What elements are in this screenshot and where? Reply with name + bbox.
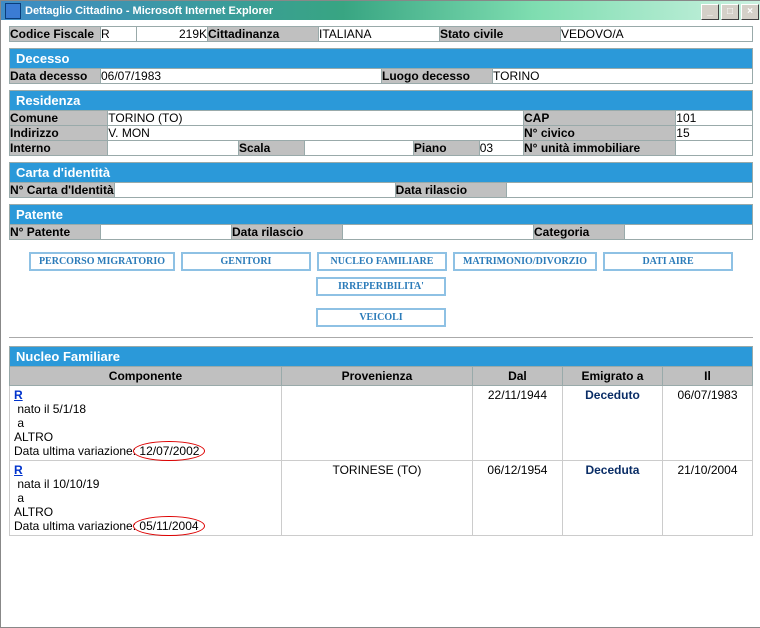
componente-link[interactable]: R — [14, 388, 23, 402]
titlebar: Dettaglio Cittadino - Microsoft Internet… — [1, 1, 760, 20]
stato-civile-label: Stato civile — [440, 27, 561, 42]
patente-rilascio-val — [343, 225, 534, 240]
window-title: Dettaglio Cittadino - Microsoft Internet… — [25, 5, 273, 17]
luogo-nascita: ALTRO — [14, 430, 53, 444]
carta-num-val — [114, 183, 395, 198]
variazione-label: Data ultima variazione: — [14, 444, 139, 458]
luogo-decesso-label: Luogo decesso — [382, 69, 493, 84]
categoria-label: Categoria — [534, 225, 625, 240]
close-button[interactable]: × — [741, 4, 759, 20]
data-decesso-val: 06/07/1983 — [101, 69, 382, 84]
variazione-date-circled: 12/07/2002 — [139, 444, 199, 458]
a-label: a — [17, 416, 24, 430]
data-decesso-label: Data decesso — [10, 69, 101, 84]
a-label: a — [17, 491, 24, 505]
carta-num-label: N° Carta d'Identità — [10, 183, 115, 198]
cap-label: CAP — [524, 111, 676, 126]
scala-label: Scala — [238, 141, 304, 156]
componente-cell: R nata il 10/10/19 a ALTRO Data ultima v… — [10, 461, 282, 536]
dal-val: 22/11/1944 — [472, 386, 562, 461]
col-emigrato: Emigrato a — [562, 367, 662, 386]
codice-fiscale-val1: R — [101, 27, 137, 42]
carta-rilascio-label: Data rilascio — [395, 183, 506, 198]
cap-val: 101 — [676, 111, 753, 126]
nato-date: 5/1/18 — [53, 402, 86, 416]
identity-row: Codice Fiscale R 219K Cittadinanza ITALI… — [9, 26, 753, 42]
divider — [9, 337, 753, 338]
patente-header: Patente — [9, 204, 753, 224]
variazione-label: Data ultima variazione: — [14, 519, 139, 533]
piano-val: 03 — [479, 141, 523, 156]
action-buttons: PERCORSO MIGRATORIO GENITORI NUCLEO FAMI… — [9, 246, 753, 333]
residenza-table: Comune TORINO (TO) CAP 101 Indirizzo V. … — [9, 110, 753, 156]
patente-table: N° Patente Data rilascio Categoria — [9, 224, 753, 240]
emigrato-val: Deceduto — [562, 386, 662, 461]
componente-link[interactable]: R — [14, 463, 23, 477]
scala-val — [304, 141, 413, 156]
codice-fiscale-label: Codice Fiscale — [10, 27, 101, 42]
provenienza-val: TORINESE (TO) — [281, 461, 472, 536]
col-provenienza: Provenienza — [281, 367, 472, 386]
stato-civile-val: VEDOVO/A — [561, 27, 753, 42]
dal-val: 06/12/1954 — [472, 461, 562, 536]
civico-val: 15 — [676, 126, 753, 141]
unita-label: N° unità immobiliare — [524, 141, 676, 156]
interno-val — [108, 141, 239, 156]
genitori-button[interactable]: GENITORI — [181, 252, 311, 271]
patente-rilascio-label: Data rilascio — [232, 225, 343, 240]
nato-prefix: nato il — [17, 402, 52, 416]
patente-num-label: N° Patente — [10, 225, 101, 240]
matrimonio-divorzio-button[interactable]: MATRIMONIO/DIVORZIO — [453, 252, 597, 271]
col-componente: Componente — [10, 367, 282, 386]
unita-val — [676, 141, 753, 156]
provenienza-val — [281, 386, 472, 461]
nucleo-table: Componente Provenienza Dal Emigrato a Il… — [9, 366, 753, 536]
comune-val: TORINO (TO) — [108, 111, 524, 126]
table-row: R nato il 5/1/18 a ALTRO Data ultima var… — [10, 386, 753, 461]
nucleo-familiare-button[interactable]: NUCLEO FAMILIARE — [317, 252, 447, 271]
table-row: R nata il 10/10/19 a ALTRO Data ultima v… — [10, 461, 753, 536]
comune-label: Comune — [10, 111, 108, 126]
cittadinanza-val: ITALIANA — [319, 27, 440, 42]
residenza-header: Residenza — [9, 90, 753, 110]
piano-label: Piano — [413, 141, 479, 156]
veicoli-button[interactable]: VEICOLI — [316, 308, 446, 327]
decesso-table: Data decesso 06/07/1983 Luogo decesso TO… — [9, 68, 753, 84]
indirizzo-val: V. MON — [108, 126, 524, 141]
luogo-decesso-val: TORINO — [493, 69, 753, 84]
interno-label: Interno — [10, 141, 108, 156]
minimize-button[interactable]: _ — [701, 4, 719, 20]
page-content: Codice Fiscale R 219K Cittadinanza ITALI… — [1, 20, 760, 627]
ie-icon — [5, 3, 21, 19]
maximize-button[interactable]: □ — [721, 4, 739, 20]
carta-rilascio-val — [506, 183, 752, 198]
cittadinanza-label: Cittadinanza — [208, 27, 319, 42]
window-buttons: _ □ × — [701, 2, 760, 20]
nato-prefix: nata il — [17, 477, 52, 491]
civico-label: N° civico — [524, 126, 676, 141]
emigrato-val: Deceduta — [562, 461, 662, 536]
il-val: 06/07/1983 — [662, 386, 752, 461]
categoria-val — [625, 225, 753, 240]
dati-aire-button[interactable]: DATI AIRE — [603, 252, 733, 271]
ie-window: Dettaglio Cittadino - Microsoft Internet… — [0, 0, 760, 628]
patente-num-val — [101, 225, 232, 240]
decesso-header: Decesso — [9, 48, 753, 68]
carta-header: Carta d'identità — [9, 162, 753, 182]
carta-table: N° Carta d'Identità Data rilascio — [9, 182, 753, 198]
irreperibilita-button[interactable]: IRREPERIBILITA' — [316, 277, 446, 296]
col-dal: Dal — [472, 367, 562, 386]
col-il: Il — [662, 367, 752, 386]
componente-cell: R nato il 5/1/18 a ALTRO Data ultima var… — [10, 386, 282, 461]
indirizzo-label: Indirizzo — [10, 126, 108, 141]
luogo-nascita: ALTRO — [14, 505, 53, 519]
variazione-date-circled: 05/11/2004 — [139, 519, 198, 533]
codice-fiscale-val2: 219K — [137, 27, 208, 42]
nato-date: 10/10/19 — [53, 477, 100, 491]
percorso-migratorio-button[interactable]: PERCORSO MIGRATORIO — [29, 252, 175, 271]
nucleo-header: Nucleo Familiare — [9, 346, 753, 366]
il-val: 21/10/2004 — [662, 461, 752, 536]
